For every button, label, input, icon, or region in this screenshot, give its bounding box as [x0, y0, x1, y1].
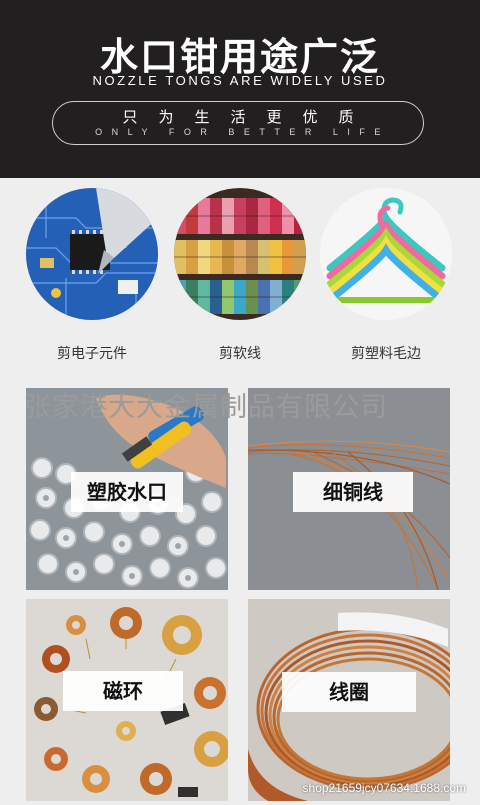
- slogan-pill: 只为生活更优质 ONLY FOR BETTER LIFE: [52, 101, 424, 145]
- use-label-electronics: 剪电子元件: [57, 346, 127, 362]
- material-label-magnetic-rings: 磁环: [63, 671, 183, 711]
- magnetic-rings-image: 磁环: [26, 599, 228, 801]
- coil-image: 线圈: [248, 599, 450, 801]
- shop-url-watermark: shop21659jcy07634.1688.com: [302, 781, 466, 795]
- use-label-soft-wire: 剪软线: [219, 346, 261, 362]
- use-label-plastic-burr: 剪塑料毛边: [351, 346, 421, 362]
- company-watermark: 张家港大大金属制品有限公司: [24, 392, 388, 423]
- plastic-hangers-image: [320, 188, 452, 320]
- page-subtitle: NOZZLE TONGS ARE WIDELY USED: [92, 73, 388, 88]
- circuit-board-image: [26, 188, 158, 320]
- slogan-english: ONLY FOR BETTER LIFE: [95, 127, 390, 137]
- material-label-coil: 线圈: [282, 672, 416, 712]
- material-label-plastic-gates: 塑胶水口: [71, 472, 183, 512]
- wire-spools-image: [174, 188, 306, 320]
- material-label-copper-wire: 细铜线: [293, 472, 413, 512]
- slogan-chinese: 只为生活更优质: [122, 108, 375, 126]
- header-banner: 水口钳用途广泛 NOZZLE TONGS ARE WIDELY USED 只为生…: [0, 0, 480, 178]
